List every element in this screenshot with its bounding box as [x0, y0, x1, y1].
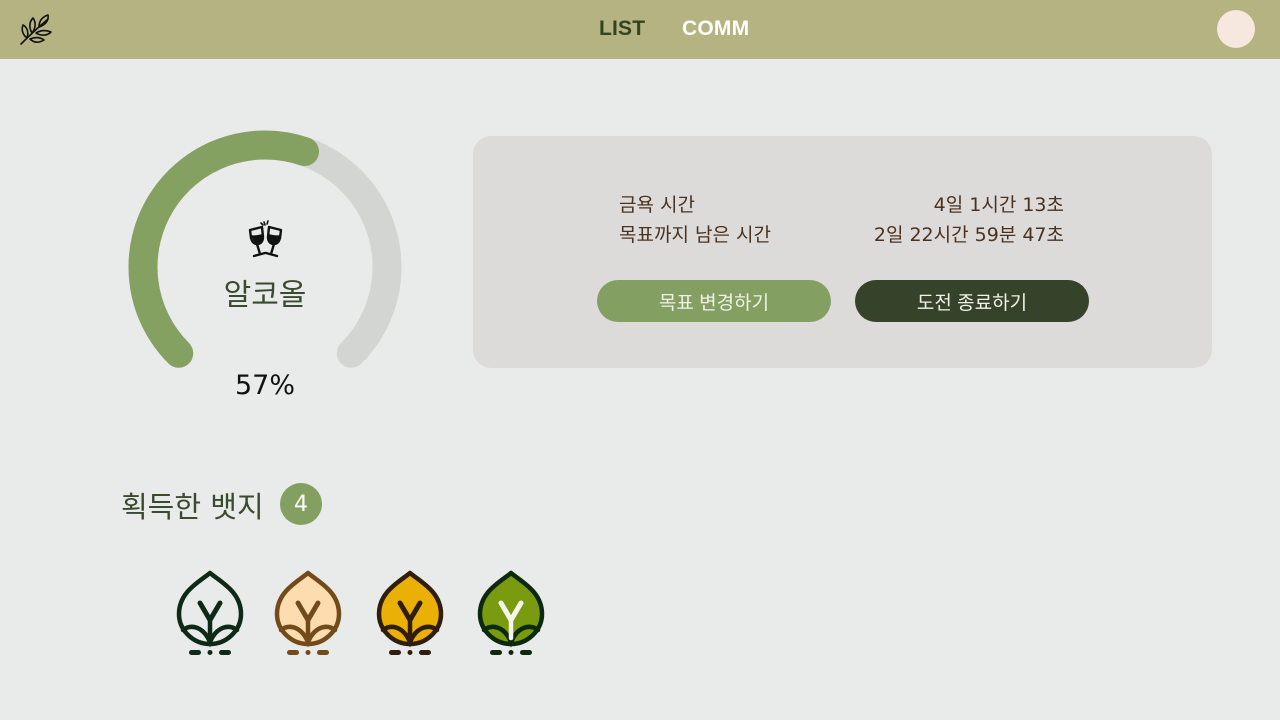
sprout-badge-gold-icon [375, 568, 445, 660]
badges-section-title: 획득한 뱃지 [121, 490, 264, 524]
badges-count-badge: 4 [280, 483, 322, 525]
sprout-badge-green-icon [476, 568, 546, 660]
progress-gauge: 알코올 57% [110, 110, 420, 420]
change-goal-button[interactable]: 목표 변경하기 [597, 280, 831, 322]
sprout-badge-dark-green-icon [175, 568, 245, 660]
user-avatar[interactable] [1217, 10, 1255, 48]
nav-tab-comm[interactable]: COMM [682, 17, 749, 41]
abstinence-time-label: 금욕 시간 [619, 194, 695, 216]
leaf-branch-logo-icon[interactable] [18, 12, 54, 46]
progress-percent: 57% [234, 370, 295, 401]
nav-tab-list[interactable]: LIST [599, 17, 645, 41]
challenge-info-card: 금욕 시간 4일 1시간 13초 목표까지 남은 시간 2일 22시간 59분 … [473, 136, 1212, 368]
remaining-time-label: 목표까지 남은 시간 [619, 224, 771, 246]
category-label: 알코올 [223, 278, 307, 313]
sprout-badge-peach-icon [273, 568, 343, 660]
top-navigation-bar: LIST COMM [0, 0, 1280, 59]
cheers-glasses-icon [244, 220, 288, 262]
remaining-time-value: 2일 22시간 59분 47초 [873, 224, 1064, 246]
abstinence-time-value: 4일 1시간 13초 [933, 194, 1064, 216]
end-challenge-button[interactable]: 도전 종료하기 [855, 280, 1089, 322]
